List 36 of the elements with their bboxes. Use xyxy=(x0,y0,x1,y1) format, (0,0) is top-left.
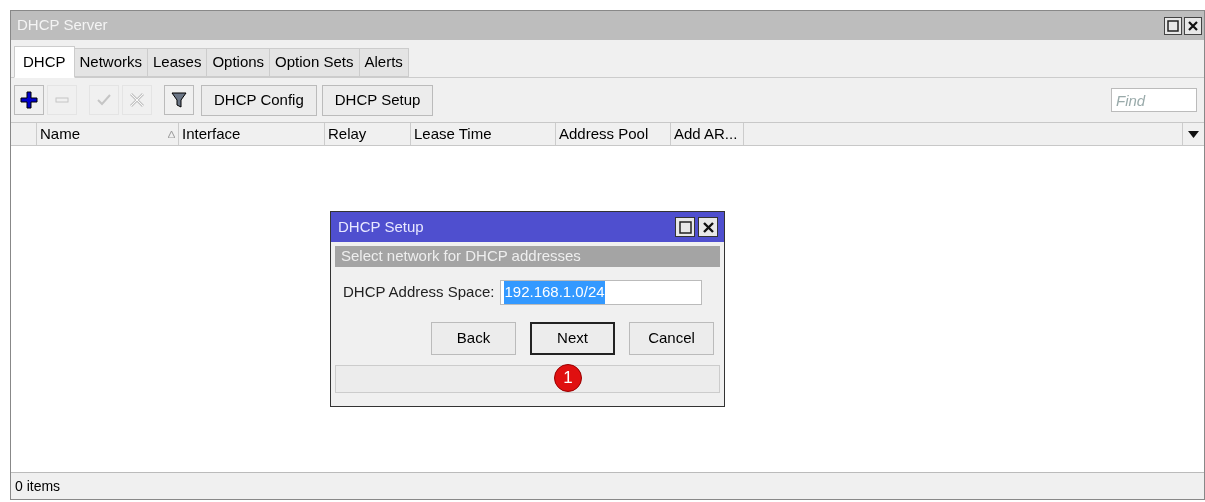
tab[interactable]: DHCP xyxy=(14,46,75,78)
step-banner: Select network for DHCP addresses xyxy=(335,246,720,267)
column-header[interactable]: Interface xyxy=(179,123,325,145)
dialog-button[interactable]: Cancel xyxy=(629,322,714,355)
add-button[interactable] xyxy=(14,85,44,115)
maximize-icon xyxy=(678,220,692,234)
column-header[interactable]: Name xyxy=(37,123,179,145)
filter-icon xyxy=(170,91,188,109)
toolbar-button[interactable]: DHCP Setup xyxy=(321,84,434,116)
status-text: 0 items xyxy=(15,476,61,496)
tab[interactable]: Networks xyxy=(74,48,149,77)
cross-icon xyxy=(128,91,146,109)
maximize-button[interactable] xyxy=(675,217,695,237)
tab[interactable]: Alerts xyxy=(359,48,409,77)
dialog-button[interactable]: Next xyxy=(530,322,615,355)
filter-button[interactable] xyxy=(164,85,194,115)
tab[interactable]: Leases xyxy=(148,48,208,77)
dialog-button[interactable]: Back xyxy=(431,322,516,355)
maximize-button[interactable] xyxy=(1164,16,1182,35)
column-header[interactable]: Relay xyxy=(325,123,411,145)
field-label: DHCP Address Space: xyxy=(343,282,495,303)
tab[interactable]: Option Sets xyxy=(270,48,360,77)
close-icon xyxy=(1188,20,1198,31)
close-icon xyxy=(702,221,714,233)
column-header[interactable]: Add AR... xyxy=(671,123,744,145)
toolbar-button[interactable]: DHCP Config xyxy=(201,84,317,116)
close-button[interactable] xyxy=(1184,16,1202,35)
find-field[interactable]: Find xyxy=(1111,88,1197,112)
column-header[interactable]: Lease Time xyxy=(411,123,556,145)
add-icon xyxy=(20,91,38,109)
dialog-title: DHCP Setup xyxy=(338,216,424,237)
maximize-icon xyxy=(1167,19,1179,32)
column-header[interactable]: Address Pool xyxy=(556,123,671,145)
dropdown-arrow-icon[interactable] xyxy=(1188,130,1199,138)
close-button[interactable] xyxy=(698,217,718,237)
tab[interactable]: Options xyxy=(207,48,271,77)
